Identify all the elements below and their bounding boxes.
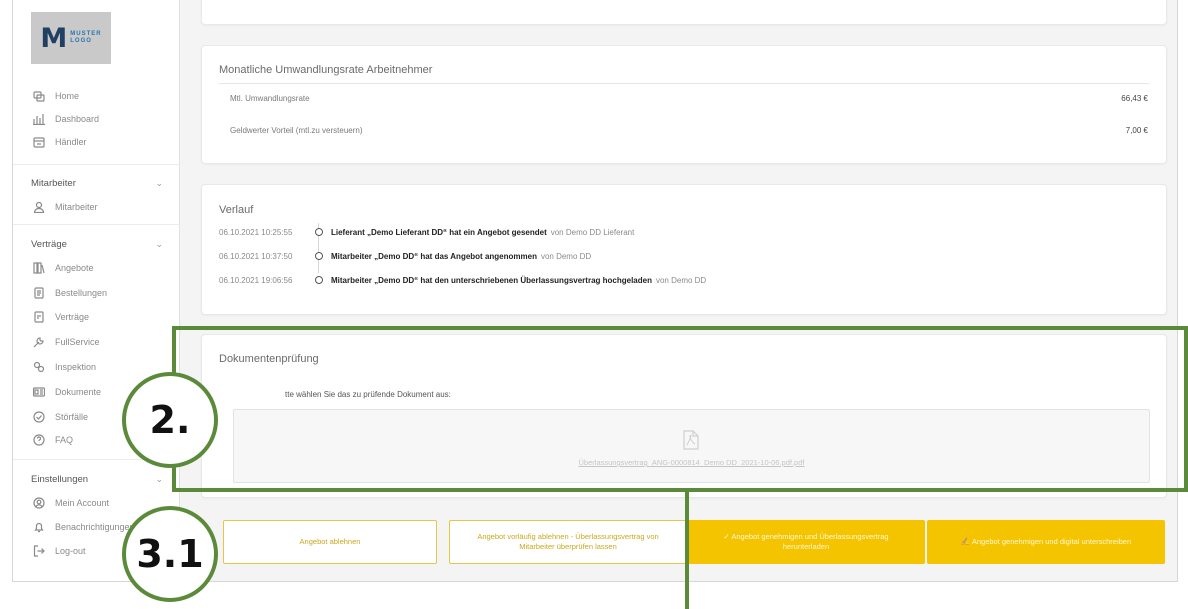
offers-icon <box>33 262 45 274</box>
nav-item-logout[interactable]: Log-out <box>33 542 86 560</box>
nav-item-inspektion[interactable]: Inspektion <box>33 358 96 376</box>
bell-icon <box>33 521 45 533</box>
annotation-box-2 <box>172 326 1188 492</box>
nav-item-mein-account[interactable]: Mein Account <box>33 494 109 512</box>
section-title: Mitarbeiter <box>31 177 76 189</box>
store-icon <box>33 136 45 148</box>
card-title: Verlauf <box>219 204 254 216</box>
logo-line2: LOGO <box>70 38 92 44</box>
history-text: Lieferant „Demo Lieferant DD“ hat ein An… <box>331 227 547 237</box>
nav-item-fullservice[interactable]: FullService <box>33 333 100 351</box>
annotation-label-3-1: 3.1 <box>122 506 218 602</box>
row-label: Mtl. Umwandlungsrate <box>230 94 310 103</box>
section-mitarbeiter[interactable]: Mitarbeiter ⌄ <box>13 175 163 191</box>
card-previous <box>201 0 1167 25</box>
history-author: von Demo DD Lieferant <box>550 227 635 237</box>
row-divider <box>219 83 1149 84</box>
nav-item-benachrichtigungen[interactable]: Benachrichtigungen <box>33 518 135 536</box>
logout-icon <box>33 545 45 557</box>
history-time: 06.10.2021 10:37:50 <box>219 251 293 261</box>
nav-item-bestellungen[interactable]: Bestellungen <box>33 284 107 302</box>
timeline-dot-icon <box>315 276 323 284</box>
nav-label: Benachrichtigungen <box>55 522 135 532</box>
nav-item-mitarbeiter[interactable]: Mitarbeiter <box>33 198 98 216</box>
section-title: Verträge <box>31 238 67 250</box>
card-conversion-rate: Monatliche Umwandlungsrate Arbeitnehmer … <box>201 45 1167 164</box>
history-author: von Demo DD <box>655 275 707 285</box>
nav-item-stoerfaelle[interactable]: Störfälle <box>33 408 88 426</box>
nav-label: Störfälle <box>55 412 89 422</box>
timeline-dot-icon <box>315 252 323 260</box>
check-circle-icon <box>33 411 45 423</box>
chevron-down-icon: ⌄ <box>155 473 163 484</box>
history-text: Mitarbeiter „Demo DD“ hat das Angebot an… <box>331 251 537 261</box>
nav-label: Dashboard <box>55 114 100 124</box>
nav-item-dashboard[interactable]: Dashboard <box>33 110 99 128</box>
nav-label: Bestellungen <box>55 288 108 298</box>
nav-label: Log-out <box>55 546 86 556</box>
nav-label: Verträge <box>55 312 90 322</box>
history-author: von Demo DD <box>540 251 592 261</box>
logo-line1: MUSTER <box>70 31 102 37</box>
account-icon <box>33 497 45 509</box>
nav-label: Händler <box>55 137 87 147</box>
section-divider <box>13 164 180 165</box>
nav-item-angebote[interactable]: Angebote <box>33 259 94 277</box>
dashboard-icon <box>33 113 45 125</box>
history-entry: 06.10.2021 19:06:56 Mitarbeiter „Demo DD… <box>219 273 706 287</box>
contract-icon <box>33 311 45 323</box>
user-icon <box>33 201 45 213</box>
help-icon <box>33 434 45 446</box>
orders-icon <box>33 287 45 299</box>
document-icon <box>33 386 45 398</box>
section-einstellungen[interactable]: Einstellungen ⌄ <box>13 471 163 487</box>
nav-item-haendler[interactable]: Händler <box>33 133 87 151</box>
history-time: 06.10.2021 10:25:55 <box>219 227 293 237</box>
chevron-down-icon: ⌄ <box>155 177 163 188</box>
inspection-icon <box>33 361 45 373</box>
history-text: Mitarbeiter „Demo DD“ hat den unterschri… <box>331 275 652 285</box>
nav-label: Inspektion <box>55 362 97 372</box>
row-value: 7,00 € <box>1125 126 1148 135</box>
wrench-icon <box>33 336 45 348</box>
nav-item-vertraege[interactable]: Verträge <box>33 308 89 326</box>
history-time: 06.10.2021 19:06:56 <box>219 275 293 285</box>
timeline-dot-icon <box>315 228 323 236</box>
history-entry: 06.10.2021 10:37:50 Mitarbeiter „Demo DD… <box>219 249 591 263</box>
nav-label: Dokumente <box>55 387 102 397</box>
home-icon <box>33 90 45 102</box>
nav-label: Angebote <box>55 263 94 273</box>
section-title: Einstellungen <box>31 473 89 485</box>
approve-sign-button[interactable]: ✍ Angebot genehmigen und digital untersc… <box>927 520 1165 564</box>
company-logo[interactable]: M MUSTER LOGO <box>31 12 111 64</box>
annotation-label-2: 2. <box>122 372 218 468</box>
row-label: Geldwerter Vorteil (mtl.zu versteuern) <box>230 126 363 135</box>
approve-download-button[interactable]: ✓ Angebot genehmigen und Überlassungsver… <box>687 520 925 564</box>
nav-label: Home <box>55 91 80 101</box>
section-vertraege[interactable]: Verträge ⌄ <box>13 236 163 252</box>
card-title: Monatliche Umwandlungsrate Arbeitnehmer <box>219 64 433 76</box>
nav-item-dokumente[interactable]: Dokumente <box>33 383 101 401</box>
nav-label: Mein Account <box>55 498 110 508</box>
nav-item-home[interactable]: Home <box>33 87 79 105</box>
section-divider <box>13 224 180 225</box>
app-window: M MUSTER LOGO Home Dashboard Händler Mit… <box>12 0 1178 582</box>
card-history: Verlauf 06.10.2021 10:25:55 Lieferant „D… <box>201 184 1167 315</box>
nav-item-faq[interactable]: FAQ <box>33 431 73 449</box>
history-entry: 06.10.2021 10:25:55 Lieferant „Demo Lief… <box>219 225 634 239</box>
row-value: 66,43 € <box>1121 94 1148 103</box>
reject-offer-button[interactable]: Angebot ablehnen <box>223 520 437 564</box>
sidebar: M MUSTER LOGO Home Dashboard Händler Mit… <box>13 0 180 581</box>
annotation-connector <box>685 490 689 609</box>
reject-tmp-button[interactable]: Angebot vorläufig ablehnen - Überlassung… <box>449 520 687 564</box>
nav-label: FullService <box>55 337 100 347</box>
nav-label: FAQ <box>55 435 74 445</box>
chevron-down-icon: ⌄ <box>155 238 163 249</box>
nav-label: Mitarbeiter <box>55 202 98 212</box>
logo-mark: M <box>40 22 68 54</box>
